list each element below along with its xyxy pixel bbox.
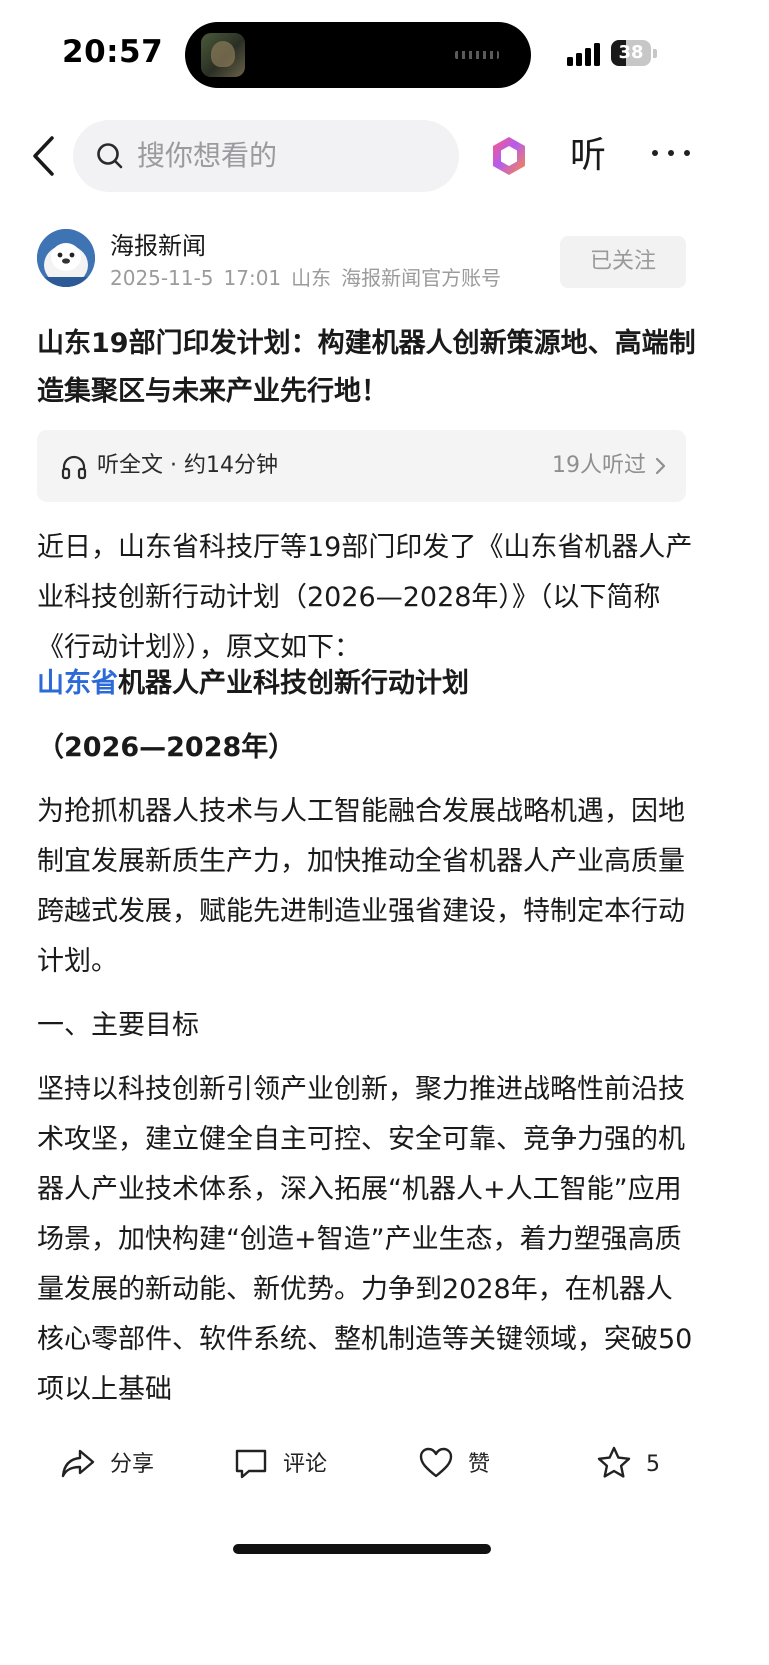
share-button[interactable]: 分享 (60, 1443, 170, 1487)
plan-title-text: 机器人产业科技创新行动计划 (118, 668, 469, 699)
listen-count: 19人听过 (552, 453, 646, 478)
plan-years: （2026—2028年） (37, 732, 296, 763)
publish-time: 17:01 (223, 266, 282, 290)
favorite-button[interactable]: 5 (596, 1443, 676, 1487)
like-label: 赞 (468, 1452, 491, 1477)
share-label: 分享 (110, 1452, 155, 1477)
bottom-action-bar: 分享 评论 赞 5 (0, 1425, 769, 1505)
ai-assistant-icon[interactable] (489, 135, 529, 177)
home-indicator[interactable] (233, 1544, 491, 1554)
share-icon (61, 1449, 95, 1478)
search-input[interactable]: 搜你想看的 (73, 120, 459, 192)
chevron-left-icon (33, 136, 54, 176)
more-icon[interactable] (650, 150, 690, 160)
comment-button[interactable]: 评论 (233, 1443, 343, 1487)
now-playing-thumbnail[interactable] (201, 33, 245, 77)
listen-full-text-bar[interactable]: 听全文 · 约14分钟 19人听过 (37, 430, 686, 502)
like-button[interactable]: 赞 (418, 1443, 508, 1487)
account-type: 海报新闻官方账号 (341, 266, 502, 290)
article-headline: 山东19部门印发计划：构建机器人创新策源地、高端制造集聚区与未来产业先行地！ (37, 328, 696, 407)
listen-button[interactable]: 听 (570, 134, 606, 178)
avatar[interactable] (37, 229, 95, 287)
star-icon (597, 1446, 631, 1478)
author-meta: 2025-11-5 17:01 山东 海报新闻官方账号 (110, 264, 511, 292)
listen-label: 听全文 · 约14分钟 (97, 453, 278, 478)
comment-icon (235, 1449, 267, 1479)
battery-level: 38 (618, 42, 644, 63)
chevron-right-icon (655, 457, 666, 475)
article-body: 近日，山东省科技厅等19部门印发了《山东省机器人产业科技创新行动计划（2026—… (37, 523, 697, 1416)
paragraph-goals: 坚持以科技创新引领产业创新，聚力推进战略性前沿技术攻坚，建立健全自主可控、安全可… (37, 1074, 693, 1405)
search-placeholder: 搜你想看的 (137, 139, 278, 172)
dynamic-island[interactable] (185, 22, 531, 88)
headphone-icon (61, 455, 87, 480)
publish-date: 2025-11-5 (110, 266, 214, 290)
search-icon (97, 143, 123, 169)
signal-icon (567, 42, 603, 66)
paragraph-purpose: 为抢抓机器人技术与人工智能融合发展战略机遇，因地制宜发展新质生产力，加快推动全省… (37, 796, 685, 977)
comment-label: 评论 (283, 1452, 328, 1477)
battery-icon: 38 (611, 40, 657, 66)
audio-wave-icon (455, 51, 499, 59)
article-intro: 近日，山东省科技厅等19部门印发了《山东省机器人产业科技创新行动计划（2026—… (37, 532, 693, 663)
plan-title: 山东省机器人产业科技创新行动计划 (37, 659, 697, 709)
follow-button[interactable]: 已关注 (560, 236, 686, 288)
back-button[interactable] (26, 133, 66, 179)
section-heading: 一、主要目标 (37, 1010, 199, 1041)
heart-icon (419, 1447, 453, 1478)
status-time: 20:57 (62, 34, 164, 70)
favorite-count: 5 (646, 1452, 660, 1477)
author-name[interactable]: 海报新闻 (110, 230, 206, 262)
publish-location: 山东 (291, 266, 332, 290)
location-link[interactable]: 山东省 (37, 668, 118, 699)
